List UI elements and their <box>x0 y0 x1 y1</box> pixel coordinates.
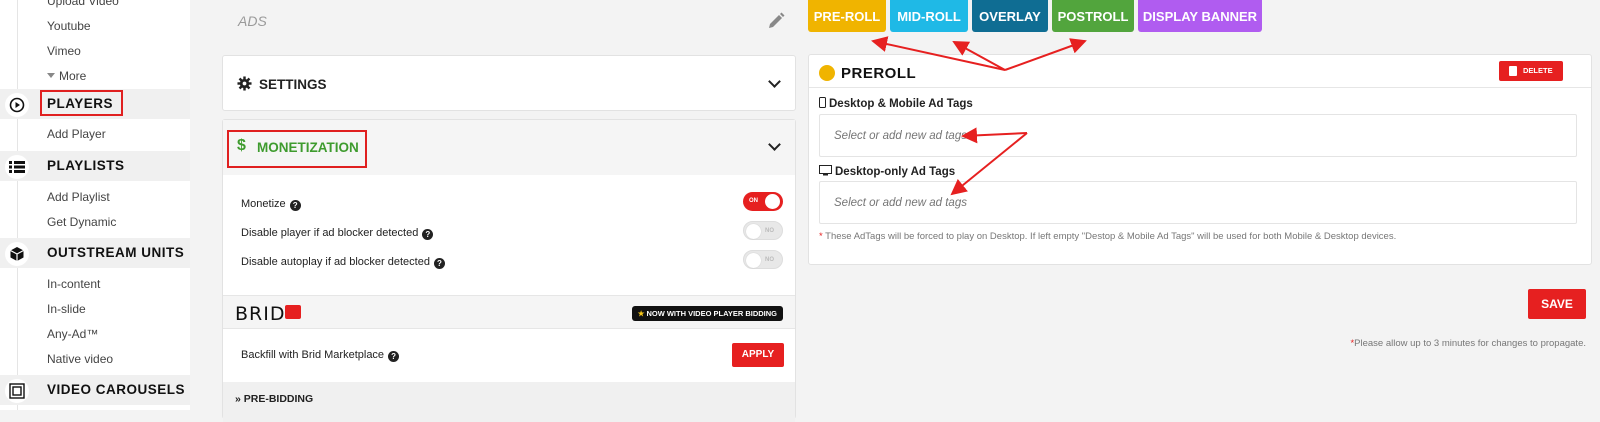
sidebar-rail <box>17 0 18 410</box>
gear-icon <box>237 76 252 96</box>
trash-icon <box>1509 66 1517 76</box>
tab-postroll[interactable]: POSTROLL <box>1052 0 1134 32</box>
settings-panel[interactable]: SETTINGS <box>222 55 796 111</box>
sidebar-section-playlists[interactable]: PLAYLISTS <box>0 151 190 181</box>
tab-display-banner[interactable]: DISPLAY BANNER <box>1138 0 1262 32</box>
adtags-note-text: These AdTags will be forced to play on D… <box>825 231 1397 242</box>
cube-icon <box>5 242 29 266</box>
sidebar-item-more[interactable]: More <box>47 69 86 83</box>
highlight-box-monetization <box>227 130 367 168</box>
option-backfill: Backfill with Brid Marketplace? <box>241 349 400 362</box>
highlight-box-players <box>40 90 123 116</box>
brid-marketplace-band: BRID ★ NOW WITH VIDEO PLAYER BIDDING <box>223 295 795 329</box>
pre-bidding-text: PRE-BIDDING <box>243 393 314 405</box>
store-icon <box>285 305 301 319</box>
sidebar-item-youtube[interactable]: Youtube <box>47 19 91 33</box>
sidebar-item-add-player[interactable]: Add Player <box>47 127 106 141</box>
field-label-text: Desktop & Mobile Ad Tags <box>829 98 973 110</box>
preroll-header: PREROLL DELETE <box>809 55 1591 88</box>
toggle-knob <box>746 253 761 268</box>
preroll-title: PREROLL <box>841 65 917 82</box>
tab-pre-roll[interactable]: PRE-ROLL <box>808 0 886 32</box>
sidebar-item-any-ad[interactable]: Any-Ad™ <box>47 327 98 341</box>
option-label: Disable autoplay if ad blocker detected <box>241 256 430 268</box>
save-button[interactable]: SAVE <box>1528 289 1586 319</box>
chevron-down-icon[interactable] <box>768 75 781 88</box>
help-icon[interactable]: ? <box>433 258 445 269</box>
help-icon[interactable]: ? <box>422 229 434 240</box>
sidebar-item-vimeo[interactable]: Vimeo <box>47 44 81 58</box>
sidebar-section-outstream-units[interactable]: OUTSTREAM UNITS <box>0 238 190 268</box>
pre-bidding-label: » PRE-BIDDING <box>235 393 314 405</box>
chevron-down-icon[interactable] <box>768 138 781 151</box>
mobile-icon <box>819 97 826 111</box>
sidebar-item-native-video[interactable]: Native video <box>47 352 113 366</box>
delete-button[interactable]: DELETE <box>1499 61 1563 81</box>
brid-logo: BRID <box>235 303 286 325</box>
tab-overlay[interactable]: OVERLAY <box>972 0 1048 32</box>
monetization-panel: $ MONETIZATION Monetize? ON Disable play… <box>222 119 796 422</box>
toggle-knob <box>746 224 761 239</box>
sidebar-item-get-dynamic[interactable]: Get Dynamic <box>47 215 116 229</box>
carousel-icon <box>5 379 29 403</box>
sidebar-section-label: VIDEO CAROUSELS <box>47 382 186 397</box>
delete-label: DELETE <box>1523 66 1553 75</box>
ads-title: ADS <box>238 13 267 29</box>
pre-bidding-section[interactable]: » PRE-BIDDING <box>223 382 795 422</box>
desktop-only-label: Desktop-only Ad Tags <box>819 165 955 179</box>
star-icon: ★ <box>637 309 645 318</box>
desktop-mobile-label: Desktop & Mobile Ad Tags <box>819 97 973 111</box>
play-circle-icon <box>5 93 29 117</box>
desktop-mobile-adtags-input[interactable] <box>819 114 1577 157</box>
option-label: Backfill with Brid Marketplace <box>241 349 385 361</box>
desktop-only-adtags-input[interactable] <box>819 181 1577 224</box>
adtags-note: * These AdTags will be forced to play on… <box>819 231 1397 242</box>
help-icon[interactable]: ? <box>289 200 301 211</box>
settings-title: SETTINGS <box>259 77 327 92</box>
pencil-icon[interactable] <box>767 12 785 35</box>
toggle-knob <box>765 194 780 209</box>
sidebar-item-add-playlist[interactable]: Add Playlist <box>47 190 110 204</box>
disable-player-toggle[interactable]: NO <box>743 221 783 240</box>
option-monetize: Monetize? <box>241 198 301 211</box>
sidebar-section-label: PLAYLISTS <box>47 158 125 173</box>
desktop-icon <box>819 165 832 179</box>
bidding-badge: ★ NOW WITH VIDEO PLAYER BIDDING <box>631 306 783 321</box>
preroll-card: PREROLL DELETE Desktop & Mobile Ad Tags … <box>808 54 1592 265</box>
toggle-text: ON <box>749 198 758 204</box>
option-label: Monetize <box>241 198 286 210</box>
option-disable-player-adblock: Disable player if ad blocker detected? <box>241 227 434 240</box>
toggle-text: NO <box>765 228 774 234</box>
help-icon[interactable]: ? <box>388 351 400 362</box>
bidding-badge-text: NOW WITH VIDEO PLAYER BIDDING <box>646 309 777 318</box>
list-icon <box>5 155 29 179</box>
option-label: Disable player if ad blocker detected <box>241 227 419 239</box>
toggle-text: NO <box>765 257 774 263</box>
disable-autoplay-toggle[interactable]: NO <box>743 250 783 269</box>
sidebar: Upload Video Youtube Vimeo More PLAYERS … <box>0 0 190 410</box>
sidebar-item-upload-video[interactable]: Upload Video <box>47 0 119 8</box>
sidebar-item-in-slide[interactable]: In-slide <box>47 302 86 316</box>
monetize-toggle[interactable]: ON <box>743 192 783 211</box>
option-disable-autoplay-adblock: Disable autoplay if ad blocker detected? <box>241 256 445 269</box>
propagate-note-text: Please allow up to 3 minutes for changes… <box>1354 338 1586 349</box>
propagate-note: *Please allow up to 3 minutes for change… <box>1350 338 1586 349</box>
field-label-text: Desktop-only Ad Tags <box>835 166 956 178</box>
sidebar-item-in-content[interactable]: In-content <box>47 277 100 291</box>
preroll-dot-icon <box>819 65 835 81</box>
sidebar-section-label: OUTSTREAM UNITS <box>47 245 185 260</box>
sidebar-section-video-carousels[interactable]: VIDEO CAROUSELS <box>0 375 190 405</box>
tab-mid-roll[interactable]: MID-ROLL <box>890 0 968 32</box>
apply-button[interactable]: APPLY <box>732 343 784 367</box>
